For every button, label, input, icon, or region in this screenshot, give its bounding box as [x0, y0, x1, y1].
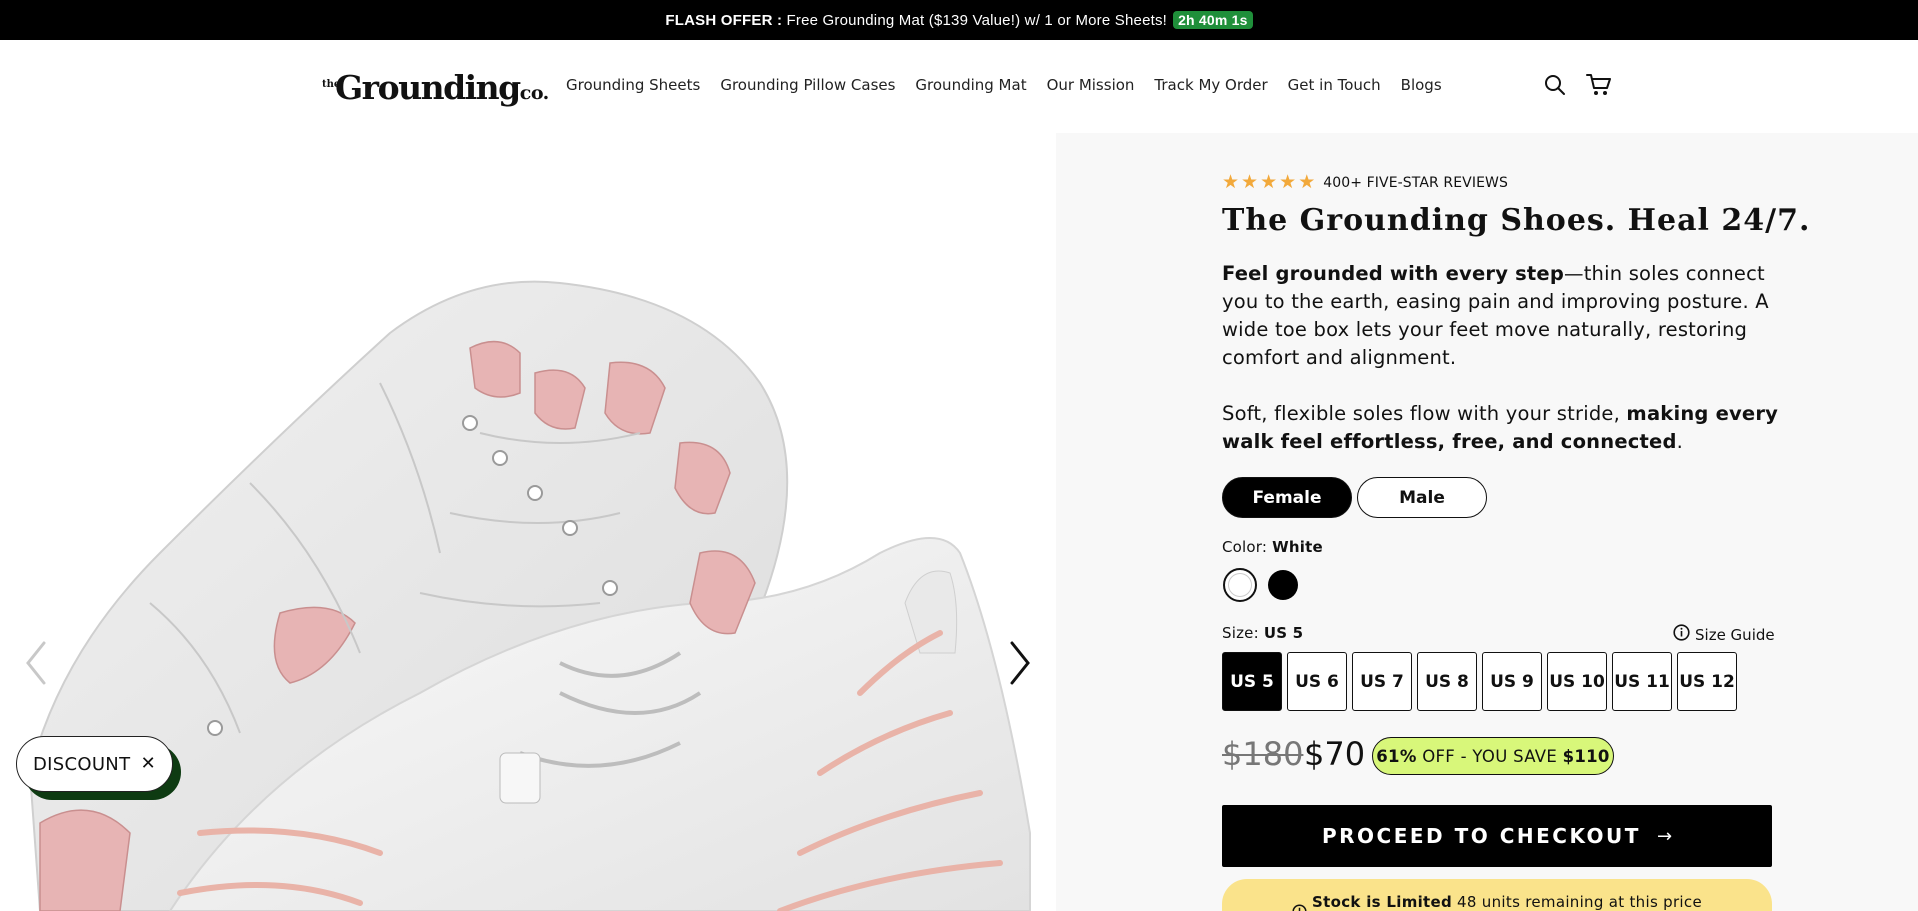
- star-icon: ★: [1260, 172, 1278, 193]
- logo[interactable]: the Grounding co.: [322, 68, 549, 107]
- savings-percent: 61%: [1376, 746, 1417, 766]
- nav-grounding-pillow-cases[interactable]: Grounding Pillow Cases: [720, 76, 895, 94]
- original-price: $180: [1222, 735, 1304, 773]
- size-option-us11[interactable]: US 11: [1612, 652, 1672, 711]
- star-icon: ★: [1279, 172, 1297, 193]
- description-highlight: Feel grounded with every step: [1222, 262, 1565, 285]
- info-icon: [1673, 624, 1690, 645]
- size-option-us6[interactable]: US 6: [1287, 652, 1347, 711]
- size-guide-link[interactable]: Size Guide: [1673, 624, 1775, 645]
- gallery-next-button[interactable]: [1004, 638, 1036, 688]
- arrow-right-icon: →: [1656, 825, 1673, 847]
- site-header: the Grounding co. Grounding Sheets Groun…: [0, 40, 1918, 133]
- main-nav: Grounding Sheets Grounding Pillow Cases …: [566, 76, 1462, 94]
- discount-widget[interactable]: DISCOUNT ✕: [16, 736, 181, 800]
- size-value: US 5: [1263, 624, 1304, 642]
- nav-get-in-touch[interactable]: Get in Touch: [1288, 76, 1381, 94]
- product-description-2: Soft, flexible soles flow with your stri…: [1222, 400, 1782, 456]
- announcement-message: Free Grounding Mat ($139 Value!) w/ 1 or…: [786, 11, 1168, 29]
- description-2-end: .: [1676, 430, 1684, 453]
- checkout-button[interactable]: PROCEED TO CHECKOUT →: [1222, 805, 1772, 867]
- nav-grounding-mat[interactable]: Grounding Mat: [915, 76, 1026, 94]
- announcement-bar: FLASH OFFER : Free Grounding Mat ($139 V…: [0, 0, 1918, 40]
- nav-our-mission[interactable]: Our Mission: [1047, 76, 1135, 94]
- star-icon: ★: [1241, 172, 1259, 193]
- color-swatch-black[interactable]: [1268, 570, 1298, 600]
- savings-amount: $110: [1562, 746, 1610, 766]
- logo-the: the: [322, 79, 341, 90]
- clock-icon: [1292, 894, 1307, 911]
- size-guide-label: Size Guide: [1695, 625, 1775, 644]
- nav-grounding-sheets[interactable]: Grounding Sheets: [566, 76, 700, 94]
- description-2-start: Soft, flexible soles flow with your stri…: [1222, 402, 1627, 425]
- stock-notice: Stock is Limited 48 units remaining at t…: [1222, 879, 1772, 911]
- countdown-timer: 2h 40m 1s: [1173, 11, 1253, 29]
- size-option-us9[interactable]: US 9: [1482, 652, 1542, 711]
- logo-word: Grounding: [335, 68, 521, 107]
- product-info-panel: [1056, 133, 1918, 911]
- size-option-us8[interactable]: US 8: [1417, 652, 1477, 711]
- reviews-count: 400+ FIVE-STAR REVIEWS: [1323, 175, 1508, 191]
- nav-track-my-order[interactable]: Track My Order: [1154, 76, 1267, 94]
- discount-label: DISCOUNT: [33, 753, 131, 775]
- savings-text: OFF - YOU SAVE: [1416, 746, 1563, 766]
- search-icon[interactable]: [1542, 72, 1568, 98]
- gender-male-button[interactable]: Male: [1357, 477, 1487, 518]
- size-option-us5[interactable]: US 5: [1222, 652, 1282, 711]
- gallery-prev-button[interactable]: [20, 638, 52, 688]
- star-icon: ★: [1298, 172, 1316, 193]
- rating-row[interactable]: ★ ★ ★ ★ ★ 400+ FIVE-STAR REVIEWS: [1222, 173, 1508, 193]
- color-label: Color: White: [1222, 538, 1323, 556]
- discount-pill[interactable]: DISCOUNT ✕: [16, 736, 173, 792]
- nav-blogs[interactable]: Blogs: [1401, 76, 1442, 94]
- size-option-us10[interactable]: US 10: [1547, 652, 1607, 711]
- star-icon: ★: [1222, 172, 1240, 193]
- close-icon[interactable]: ✕: [141, 754, 156, 774]
- size-option-us7[interactable]: US 7: [1352, 652, 1412, 711]
- announcement-prefix: FLASH OFFER :: [665, 11, 783, 29]
- product-title: The Grounding Shoes. Heal 24/7.: [1222, 203, 1811, 238]
- cart-icon[interactable]: [1586, 72, 1612, 98]
- stock-limited-label: Stock is Limited: [1312, 893, 1453, 911]
- size-option-us12[interactable]: US 12: [1677, 652, 1737, 711]
- sale-price: $70: [1304, 735, 1366, 773]
- gender-female-button[interactable]: Female: [1222, 477, 1352, 518]
- savings-badge: 61% OFF - YOU SAVE $110: [1372, 737, 1614, 775]
- size-label: Size: US 5: [1222, 624, 1303, 642]
- color-label-text: Color:: [1222, 538, 1268, 556]
- checkout-label: PROCEED TO CHECKOUT: [1321, 824, 1641, 848]
- stock-remaining: 48 units remaining at this price: [1457, 893, 1702, 911]
- color-swatch-white[interactable]: [1223, 568, 1257, 602]
- color-value: White: [1272, 538, 1323, 556]
- logo-co: co.: [519, 82, 550, 104]
- size-label-text: Size:: [1222, 624, 1259, 642]
- product-description: Feel grounded with every step—thin soles…: [1222, 260, 1782, 372]
